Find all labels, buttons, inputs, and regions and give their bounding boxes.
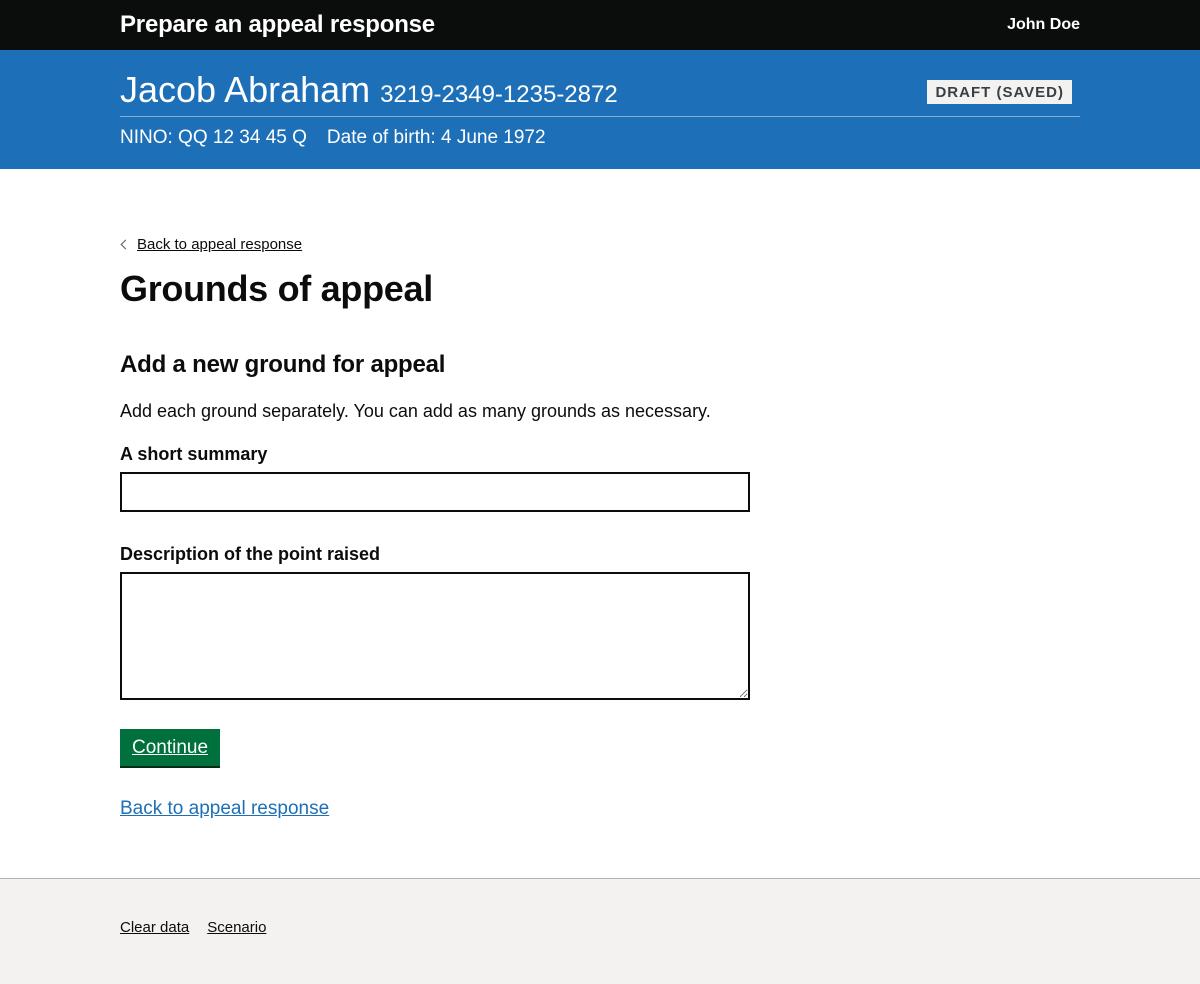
app-header: Prepare an appeal response John Doe [0,0,1200,50]
continue-button[interactable]: Continue [120,729,221,766]
footer-container: Clear data Scenario [120,879,1080,936]
header-container: Prepare an appeal response John Doe [120,0,1080,50]
banner-container: Jacob Abraham 3219-2349-1235-2872 DRAFT … [120,50,1080,149]
main-content: Back to appeal response Grounds of appea… [120,169,1080,878]
date-of-birth: Date of birth: 4 June 1972 [326,127,546,148]
chevron-left-icon [120,239,131,250]
bottom-back-link[interactable]: Back to appeal response [120,798,329,820]
banner-meta: NINO: QQ 12 34 45 Q Date of birth: 4 Jun… [120,117,1080,149]
description-label: Description of the point raised [120,544,381,564]
page-title: Grounds of appeal [120,268,433,309]
user-name: John Doe [1007,16,1080,33]
scenario-link[interactable]: Scenario [207,919,266,936]
service-name-link[interactable]: Prepare an appeal response [120,11,435,39]
section-heading: Add a new ground for appeal [120,351,446,378]
case-banner: Jacob Abraham 3219-2349-1235-2872 DRAFT … [0,50,1200,169]
nino: NINO: QQ 12 34 45 Q [120,127,307,148]
summary-label: A short summary [120,444,268,464]
back-link-label: Back to appeal response [137,236,303,253]
hint-text: Add each ground separately. You can add … [120,401,711,421]
clear-data-link[interactable]: Clear data [120,919,189,936]
status-badge: DRAFT (SAVED) [927,80,1072,104]
footer: Clear data Scenario [0,878,1200,984]
description-textarea[interactable] [120,572,750,700]
reference-number: 3219-2349-1235-2872 [380,81,618,108]
back-link[interactable]: Back to appeal response [120,236,302,253]
summary-input[interactable] [120,472,750,512]
person-name: Jacob Abraham [120,69,371,110]
